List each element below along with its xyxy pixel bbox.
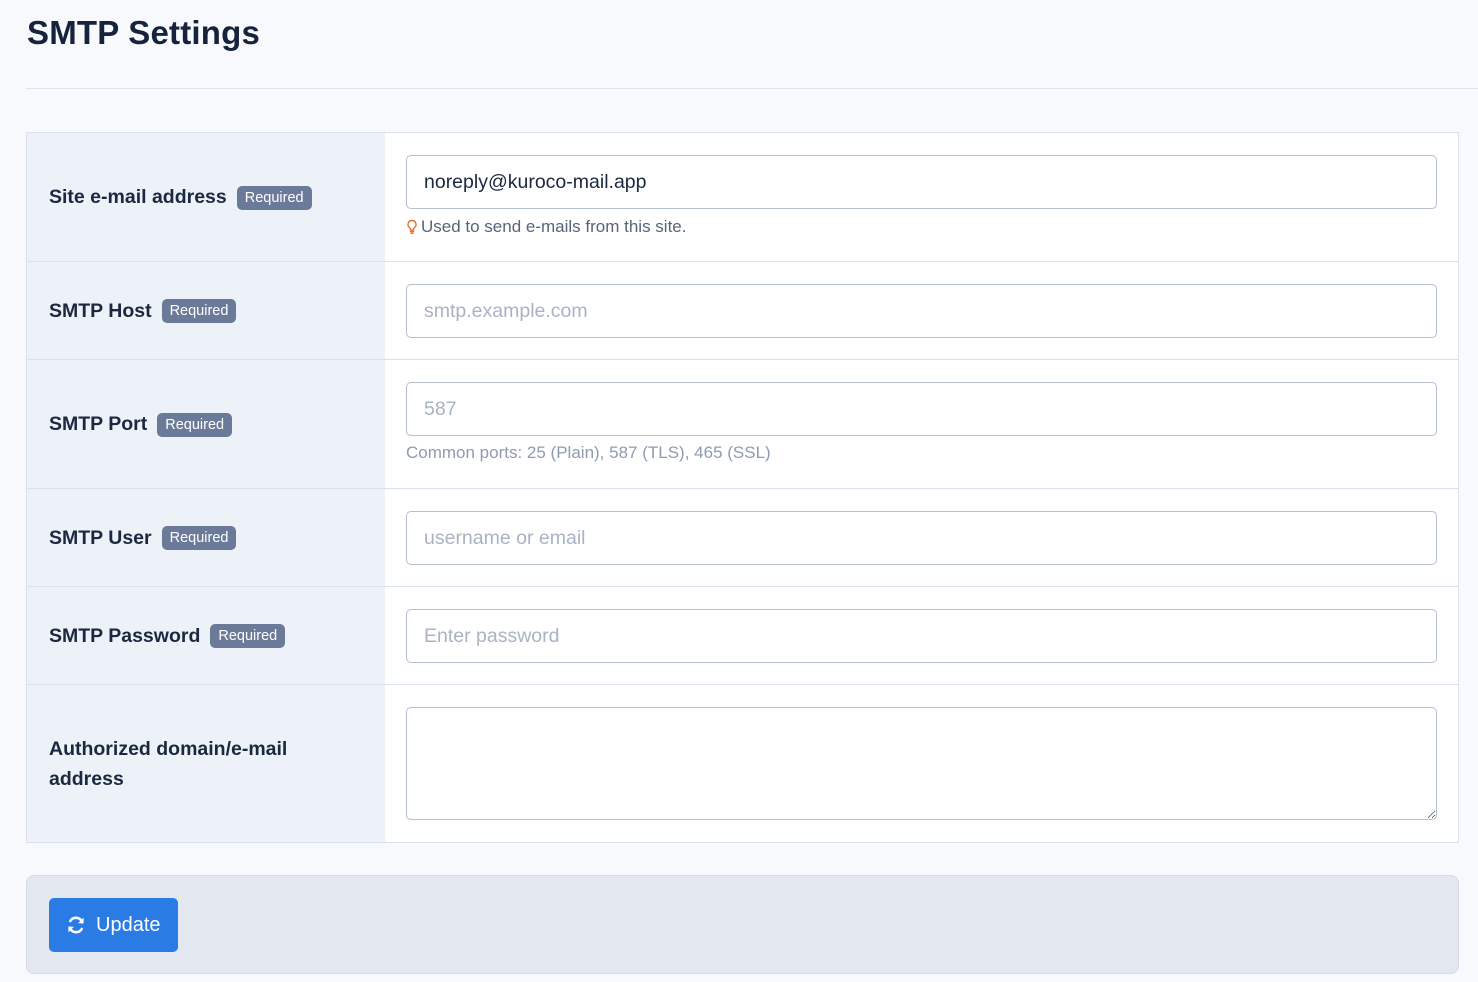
authorized-field-cell: [385, 685, 1458, 842]
row-smtp-host: SMTP Host Required: [27, 262, 1458, 360]
required-badge: Required: [161, 526, 237, 551]
required-badge: Required: [236, 185, 312, 210]
smtp-user-input[interactable]: [406, 511, 1437, 565]
row-smtp-user: SMTP User Required: [27, 489, 1458, 587]
authorized-label-cell: Authorized domain/e-mail address: [27, 685, 385, 842]
smtp-user-field-cell: [385, 489, 1458, 586]
site-email-help: Used to send e-mails from this site.: [406, 217, 1437, 237]
page-title: SMTP Settings: [27, 14, 261, 51]
smtp-host-label: SMTP Host: [49, 299, 152, 322]
update-button-label: Update: [96, 913, 161, 936]
smtp-password-field-cell: [385, 587, 1458, 684]
site-email-label: Site e-mail address: [49, 186, 227, 208]
refresh-icon: [68, 916, 84, 934]
smtp-password-label-cell: SMTP Password Required: [27, 587, 385, 684]
site-email-input[interactable]: [406, 155, 1437, 209]
smtp-password-label: SMTP Password: [49, 624, 201, 647]
smtp-host-label-cell: SMTP Host Required: [27, 262, 385, 359]
site-email-label-cell: Site e-mail address Required: [27, 133, 385, 261]
smtp-port-label: SMTP Port: [49, 413, 148, 435]
required-badge: Required: [157, 412, 233, 437]
lightbulb-icon: [407, 219, 417, 234]
smtp-port-field-cell: Common ports: 25 (Plain), 587 (TLS), 465…: [385, 360, 1458, 488]
required-badge: Required: [210, 624, 286, 649]
row-authorized: Authorized domain/e-mail address: [27, 685, 1458, 842]
title-divider: [26, 88, 1478, 89]
smtp-host-field-cell: [385, 262, 1458, 359]
smtp-host-input[interactable]: [406, 284, 1437, 338]
authorized-label: Authorized domain/e-mail address: [49, 737, 288, 790]
row-site-email: Site e-mail address Required Used to send…: [27, 133, 1458, 262]
row-smtp-password: SMTP Password Required: [27, 587, 1458, 685]
smtp-user-label-cell: SMTP User Required: [27, 489, 385, 586]
row-smtp-port: SMTP Port Required Common ports: 25 (Plai…: [27, 360, 1458, 489]
required-badge: Required: [161, 299, 237, 324]
update-button[interactable]: Update: [49, 898, 178, 952]
smtp-port-input[interactable]: [406, 382, 1437, 436]
site-email-field-cell: Used to send e-mails from this site.: [385, 133, 1458, 261]
form-actions-bar: Update: [26, 875, 1459, 974]
smtp-port-label-cell: SMTP Port Required: [27, 360, 385, 488]
authorized-textarea[interactable]: [406, 707, 1437, 820]
site-email-help-text: Used to send e-mails from this site.: [421, 217, 687, 236]
smtp-settings-form: Site e-mail address Required Used to send…: [26, 132, 1459, 843]
smtp-password-input[interactable]: [406, 609, 1437, 663]
smtp-user-label: SMTP User: [49, 526, 152, 549]
smtp-port-help: Common ports: 25 (Plain), 587 (TLS), 465…: [406, 443, 771, 462]
